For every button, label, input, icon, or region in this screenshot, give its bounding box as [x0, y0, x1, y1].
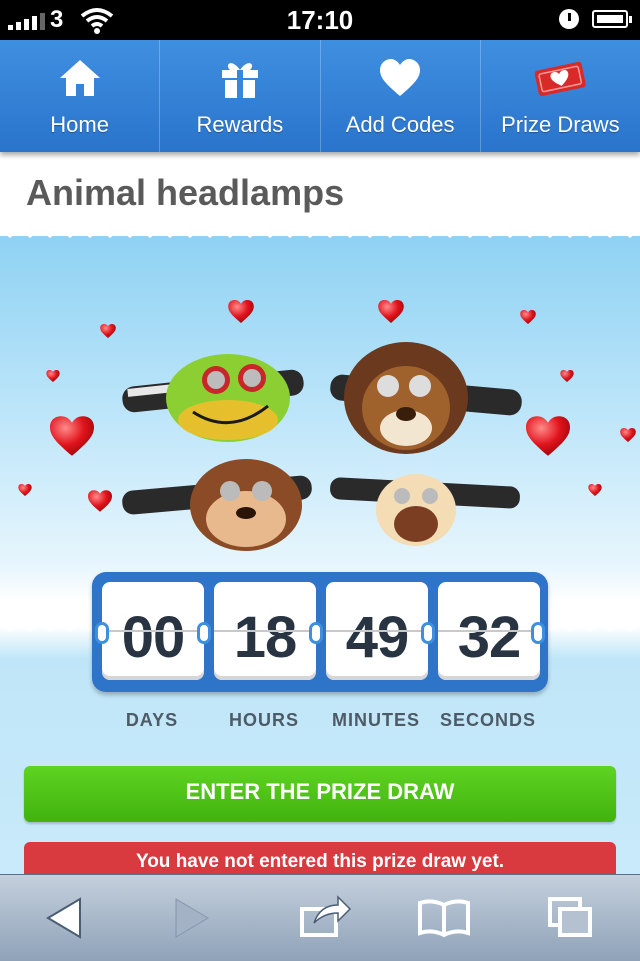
back-icon[interactable] — [36, 891, 96, 945]
ticket-icon — [534, 61, 587, 97]
home-icon — [59, 60, 100, 96]
nav-rewards[interactable]: Rewards — [160, 40, 321, 152]
tabs-icon[interactable] — [540, 891, 600, 945]
share-icon[interactable] — [294, 891, 354, 945]
page-title: Animal headlamps — [26, 172, 345, 213]
bookmarks-icon[interactable] — [414, 891, 474, 945]
countdown-hours-card: 18 — [214, 582, 316, 680]
monkey-headlamp-image — [122, 459, 312, 551]
binder-ring — [531, 622, 545, 644]
browser-toolbar — [0, 874, 640, 961]
forward-icon[interactable] — [160, 891, 220, 945]
nav-add-codes-label: Add Codes — [345, 112, 455, 137]
nav-add-codes[interactable]: Add Codes — [321, 40, 481, 152]
countdown-timer: 00 18 49 32 — [92, 572, 548, 692]
binder-ring — [421, 622, 435, 644]
countdown-hours-label: HOURS — [228, 710, 299, 730]
binder-ring — [197, 622, 211, 644]
heart-icon — [380, 59, 421, 96]
countdown-minutes-card: 49 — [326, 582, 428, 680]
meerkat-headlamp-image — [330, 474, 520, 546]
countdown-minutes-value: 49 — [345, 605, 410, 670]
lion-headlamp-image — [330, 342, 522, 454]
status-bar: 3 17:10 — [0, 0, 640, 40]
countdown-days-value: 00 — [121, 605, 186, 670]
enter-prize-draw-button[interactable]: ENTER THE PRIZE DRAW — [24, 766, 616, 822]
nav-home[interactable]: Home — [0, 40, 161, 152]
hearts-decoration — [18, 300, 636, 512]
binder-ring — [309, 622, 323, 644]
status-time: 17:10 — [286, 5, 354, 35]
top-nav: Home Rewards Add Codes Prize Draws — [0, 40, 640, 152]
countdown-minutes-label: MINUTES — [332, 710, 420, 730]
countdown-days-card: 00 — [102, 582, 204, 680]
nav-rewards-label: Rewards — [196, 112, 284, 137]
countdown-hours-value: 18 — [233, 605, 298, 670]
countdown-seconds-label: SECONDS — [439, 710, 536, 730]
countdown-seconds-card: 32 — [438, 582, 540, 680]
countdown-seconds-value: 32 — [457, 605, 522, 670]
battery-icon — [592, 10, 632, 28]
nav-prize-draws-label: Prize Draws — [501, 112, 620, 137]
nav-home-label: Home — [50, 112, 109, 137]
gift-icon — [221, 63, 258, 98]
zigzag-divider — [0, 226, 640, 238]
binder-ring — [95, 622, 109, 644]
frog-headlamp-image — [122, 354, 304, 442]
countdown-days-label: DAYS — [125, 710, 179, 730]
nav-prize-draws[interactable]: Prize Draws — [481, 40, 640, 152]
alarm-icon — [559, 9, 579, 29]
